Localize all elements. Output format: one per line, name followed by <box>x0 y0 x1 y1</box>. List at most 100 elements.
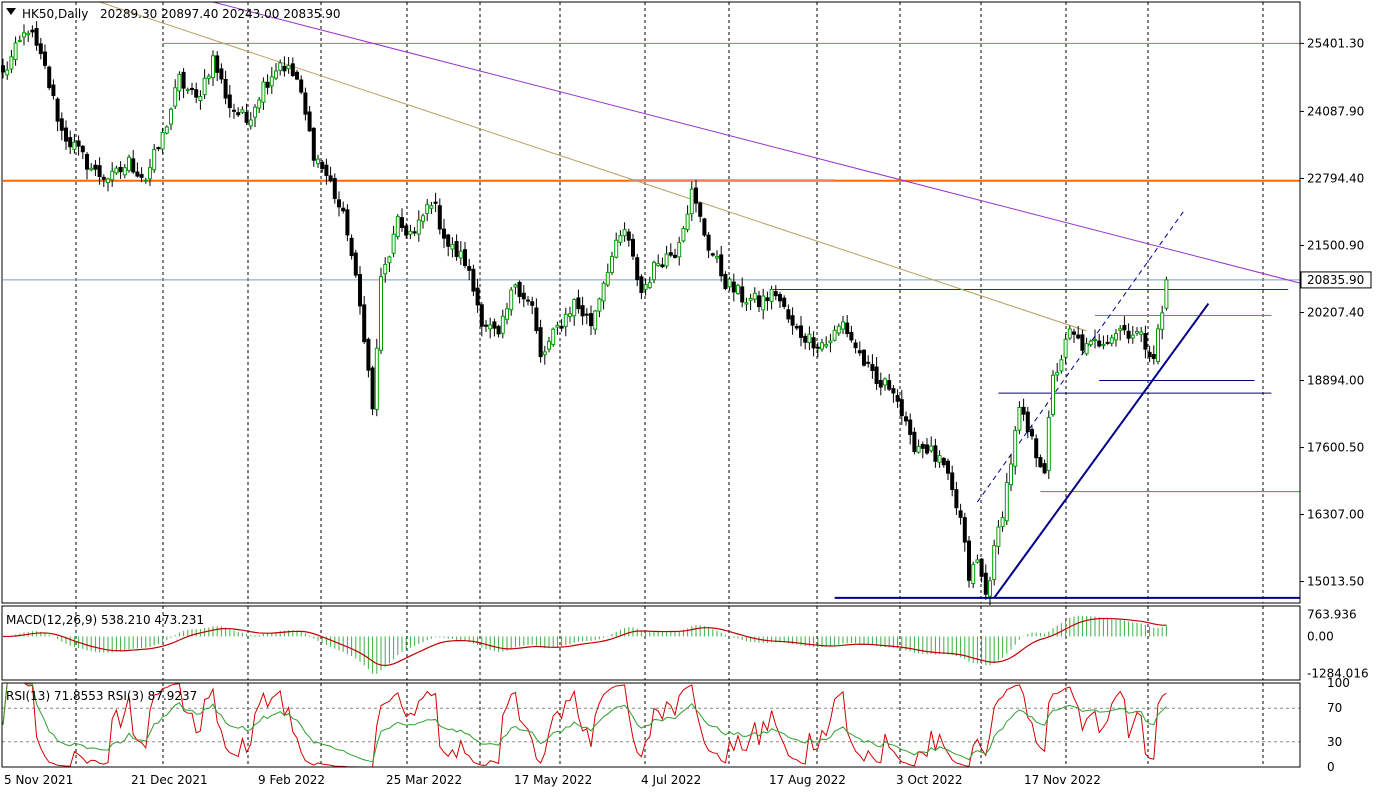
candle-body <box>177 73 182 92</box>
candle-body <box>1080 334 1085 351</box>
candle-body <box>866 361 871 364</box>
candle-body <box>765 297 770 302</box>
candle-body <box>425 204 430 214</box>
candle-body <box>626 231 631 241</box>
candle-body <box>589 313 593 327</box>
candle-body <box>925 444 929 454</box>
candle-body <box>807 333 812 344</box>
candle-body <box>622 229 627 237</box>
candle-body <box>757 295 761 308</box>
candle-body <box>379 276 383 351</box>
candle-body <box>43 51 47 66</box>
candle-body <box>5 69 10 76</box>
candle-body <box>198 96 203 102</box>
candle-body <box>551 328 556 345</box>
candle-body <box>1101 344 1106 347</box>
candle-body <box>857 350 862 354</box>
candle-body <box>534 307 539 332</box>
candle-body <box>437 205 442 230</box>
date-axis-label: 9 Feb 2022 <box>258 773 325 787</box>
candle-body <box>160 132 165 150</box>
candle-body <box>521 292 526 300</box>
candle-body <box>22 32 26 38</box>
candle-body <box>366 338 371 371</box>
candle-body <box>563 313 568 327</box>
candle-body <box>374 347 379 410</box>
candle-body <box>643 284 648 290</box>
candle-body <box>1147 351 1152 358</box>
candle-body <box>1164 279 1169 309</box>
candle-body <box>232 109 236 112</box>
candle-body <box>337 199 341 208</box>
candle-body <box>55 98 60 122</box>
candle-body <box>471 268 476 292</box>
trend-line-uptrend-main[interactable] <box>993 302 1210 599</box>
candle-body <box>118 166 123 173</box>
candle-body <box>727 278 732 288</box>
candle-body <box>127 156 131 172</box>
date-axis-label: 17 Nov 2022 <box>1024 773 1101 787</box>
candle-body <box>1063 338 1068 358</box>
candle-body <box>484 324 488 327</box>
chart-header: HK50,Daily 20289.30 20897.40 20243.00 20… <box>6 7 340 21</box>
candle-body <box>89 167 94 171</box>
trend-line-diagonal-purple[interactable] <box>212 1 1306 285</box>
candle-body <box>1088 340 1093 346</box>
candle-body <box>362 304 367 343</box>
macd-axis-label: 0.00 <box>1307 629 1334 643</box>
candle-body <box>97 165 102 177</box>
candle-body <box>996 526 1001 547</box>
candle-body <box>862 349 866 366</box>
candle-body <box>492 321 497 329</box>
price-axis-label: 24087.90 <box>1307 104 1364 118</box>
rsi-axis-label: 100 <box>1327 676 1350 690</box>
ohlc-values: 20289.30 20897.40 20243.00 20835.90 <box>100 7 340 21</box>
candle-body <box>282 65 287 72</box>
candle-body <box>211 55 215 78</box>
candle-body <box>530 301 535 306</box>
candle-body <box>1055 371 1060 376</box>
candle-body <box>148 167 152 180</box>
candle-body <box>828 340 833 344</box>
candle-body <box>668 252 673 256</box>
candle-body <box>820 342 824 350</box>
price-axis-label: 25401.30 <box>1307 36 1364 50</box>
candle-body <box>395 216 400 238</box>
date-axis-label: 21 Dec 2021 <box>131 773 208 787</box>
candle-body <box>664 253 669 267</box>
candle-body <box>307 111 312 132</box>
candle-body <box>1000 517 1005 527</box>
price-axis-label: 16307.00 <box>1307 508 1364 522</box>
candle-body <box>983 572 988 595</box>
collapse-triangle-icon[interactable] <box>6 8 16 15</box>
candle-body <box>64 127 68 142</box>
candle-body <box>899 399 904 417</box>
candle-body <box>1118 328 1123 331</box>
date-axis-label: 25 Mar 2022 <box>386 773 462 787</box>
candle-body <box>992 545 997 580</box>
candle-body <box>568 313 572 317</box>
candle-body <box>30 29 35 33</box>
candle-body <box>769 288 774 302</box>
candle-body <box>752 292 757 300</box>
candle-body <box>311 127 316 161</box>
price-axis-label: 21500.90 <box>1307 238 1364 252</box>
date-axis-label: 3 Oct 2022 <box>896 773 963 787</box>
candle-body <box>601 282 606 302</box>
candle-body <box>190 87 194 91</box>
candle-body <box>1105 341 1110 344</box>
candle-body <box>988 580 992 597</box>
candle-body <box>34 27 39 46</box>
candle-body <box>1042 463 1047 474</box>
candle-body <box>979 558 984 577</box>
candle-body <box>1009 463 1013 486</box>
candle-body <box>248 119 253 127</box>
candle-body <box>916 445 921 453</box>
candle-body <box>950 472 955 490</box>
candle-body <box>1109 337 1114 344</box>
annotation-layer <box>3 1 1306 599</box>
macd-axis-label: 763.936 <box>1307 607 1357 621</box>
candle-body <box>106 178 110 183</box>
symbol-label: HK50,Daily <box>22 7 88 21</box>
candle-body <box>576 297 581 310</box>
